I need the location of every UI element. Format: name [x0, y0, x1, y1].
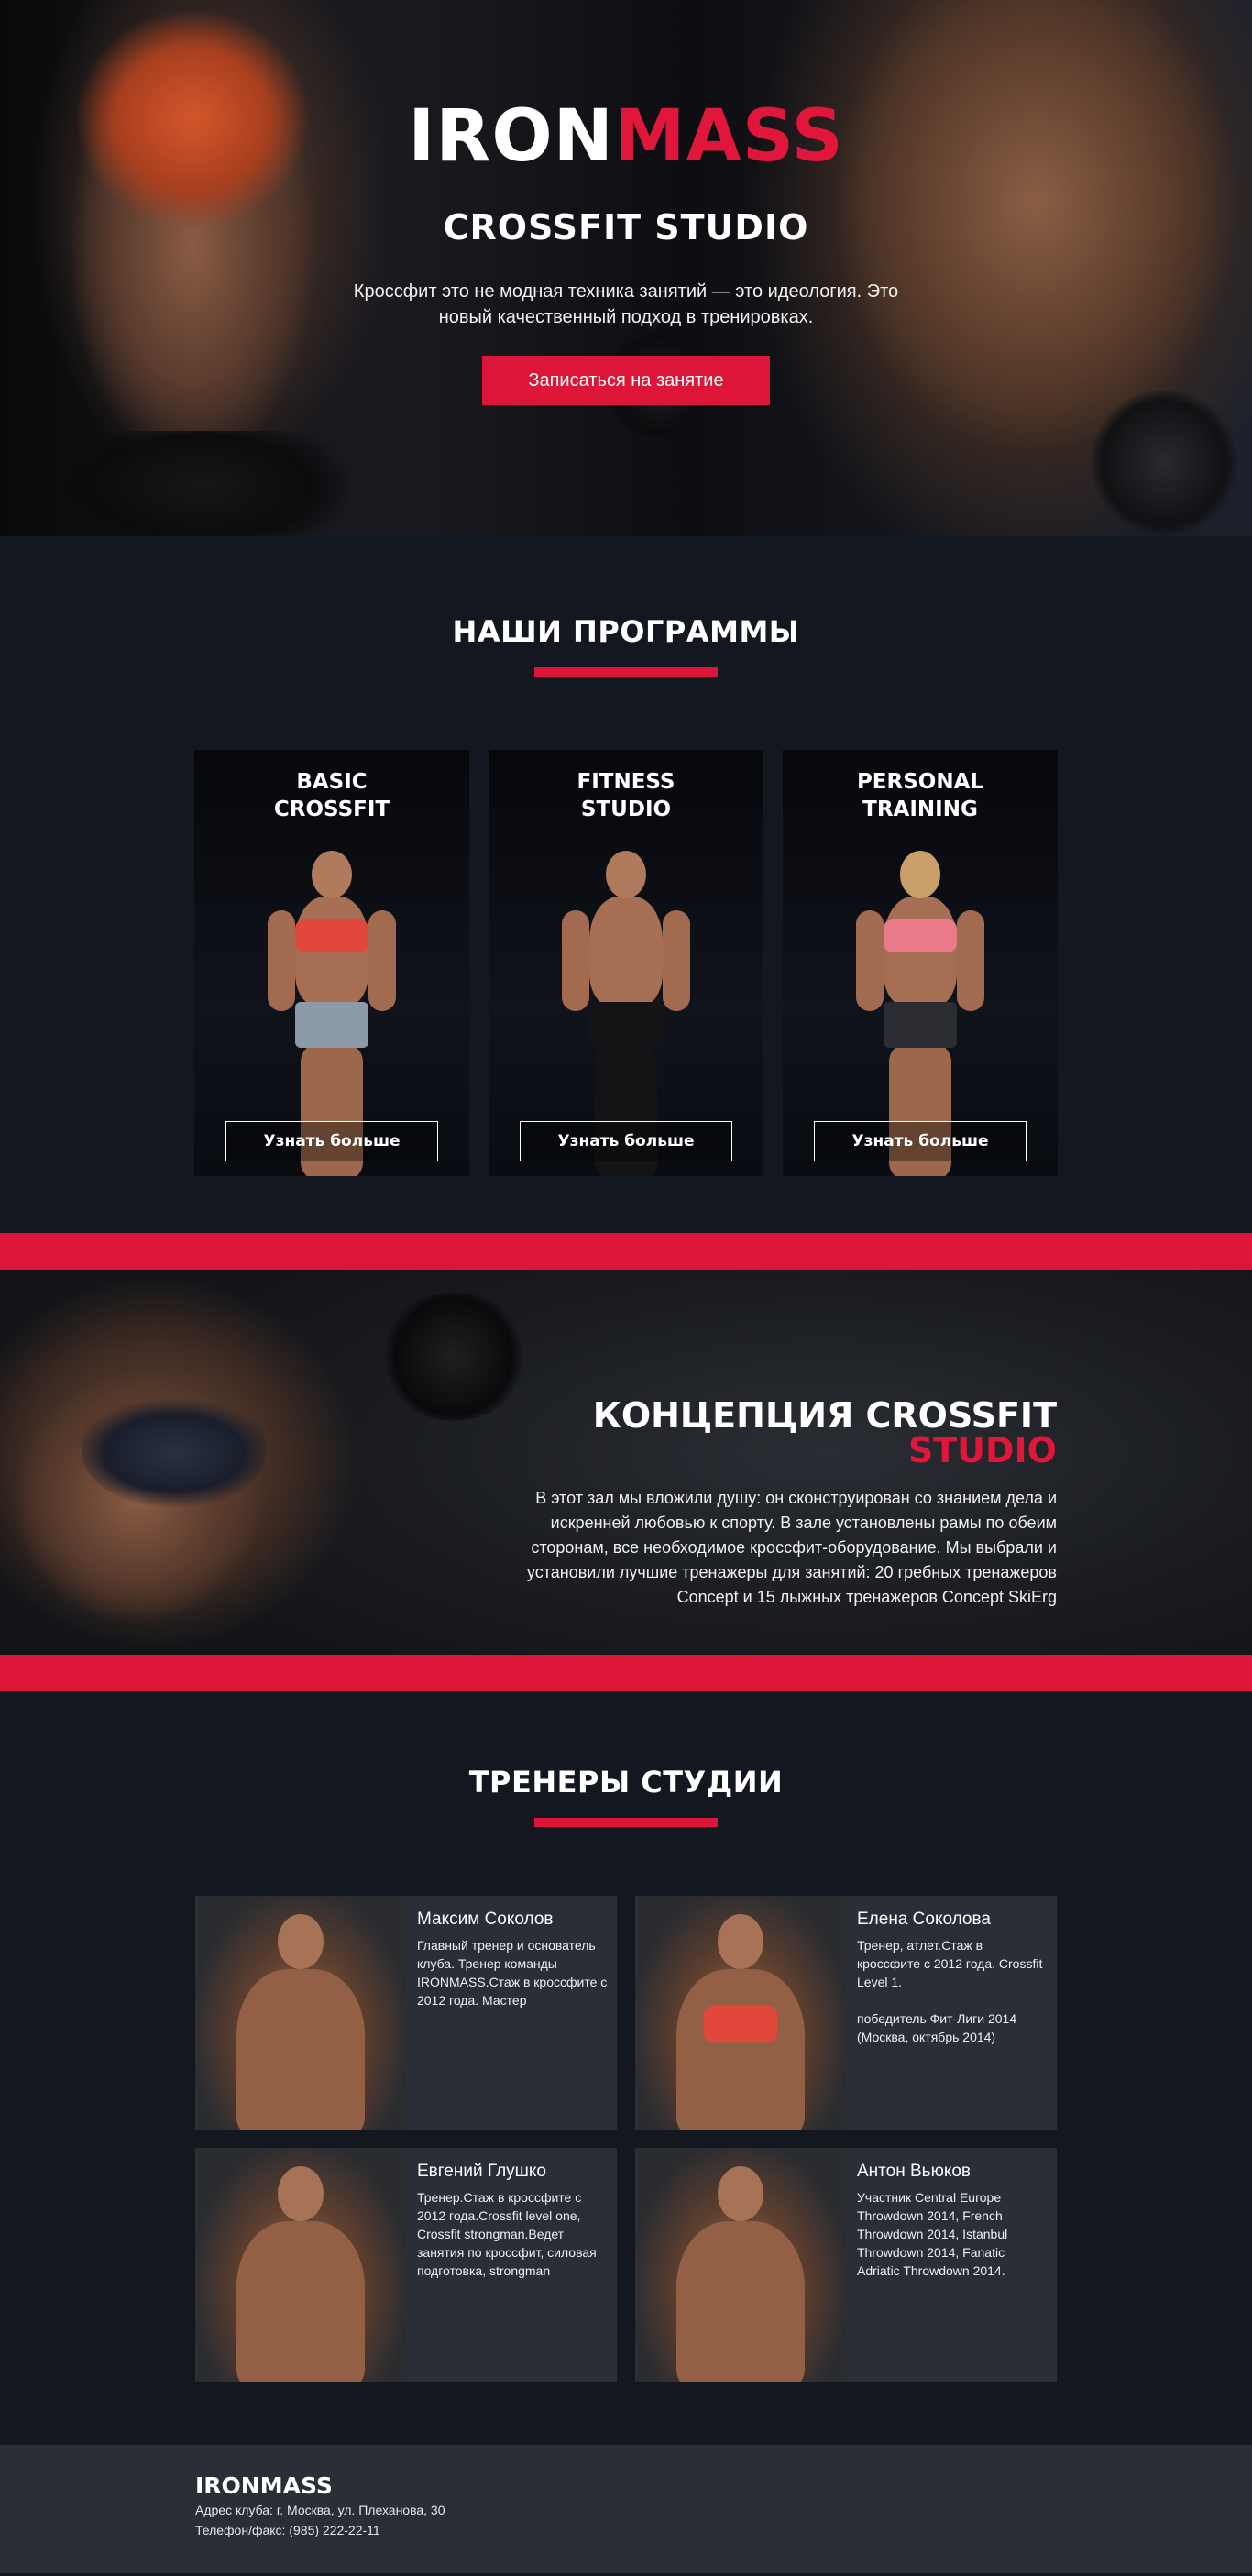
concept-title: КОНЦЕПЦИЯ CROSSFIT STUDIO	[489, 1398, 1057, 1468]
learn-more-button[interactable]: Узнать больше	[225, 1121, 438, 1161]
footer-phone: Телефон/факс: (985) 222-22-11	[195, 2523, 380, 2537]
trainer-name: Антон Вьюков	[857, 2162, 972, 2181]
program-card-title: FITNESS STUDIO	[577, 770, 675, 821]
trainer-info: Антон Вьюков Участник Central Europe Thr…	[846, 2148, 1057, 2382]
trainers-title: ТРЕНЕРЫ СТУДИИ	[468, 1765, 784, 1800]
programs-title: НАШИ ПРОГРАММЫ	[452, 614, 800, 649]
trainer-description: Тренер, атлет.Стаж в кроссфите с 2012 го…	[857, 1938, 1043, 2044]
footer-address: Адрес клуба: г. Москва, ул. Плеханова, 3…	[195, 2503, 445, 2517]
trainers-title-underline	[534, 1818, 718, 1827]
logo-mass: MASS	[613, 95, 844, 178]
hero-subtitle: CROSSFIT STUDIO	[443, 207, 809, 248]
concept-content: КОНЦЕПЦИЯ CROSSFIT STUDIO В этот зал мы …	[489, 1398, 1057, 1610]
concept-title-accent: STUDIO	[907, 1430, 1057, 1470]
program-cards: BASIC CROSSFIT Узнать больше FITNESS STU…	[0, 750, 1252, 1176]
program-card-personal-training[interactable]: PERSONAL TRAINING Узнать больше	[783, 750, 1058, 1176]
trainer-photo	[635, 1896, 846, 2130]
concept-section: КОНЦЕПЦИЯ CROSSFIT STUDIO В этот зал мы …	[0, 1270, 1252, 1655]
program-card-basic-crossfit[interactable]: BASIC CROSSFIT Узнать больше	[194, 750, 469, 1176]
signup-button[interactable]: Записаться на занятие	[482, 356, 770, 405]
hero-dumbbell-image	[1091, 390, 1237, 536]
concept-description: В этот зал мы вложили душу: он сконструи…	[526, 1489, 1057, 1606]
programs-section: НАШИ ПРОГРАММЫ BASIC CROSSFIT Узнать бол…	[0, 536, 1252, 1233]
concept-shorts-image	[82, 1398, 266, 1508]
concept-top-stripe	[0, 1233, 1252, 1270]
footer-logo: IRONMASS	[195, 2472, 333, 2499]
learn-more-button[interactable]: Узнать больше	[520, 1121, 732, 1161]
concept-bottom-stripe	[0, 1655, 1252, 1691]
trainer-photo	[195, 2148, 406, 2382]
logo-iron: IRON	[408, 95, 614, 178]
hero-description: Кроссфит это не модная техника занятий —…	[353, 281, 899, 327]
trainer-description: Тренер.Стаж в кроссфите с 2012 года.Cros…	[417, 2190, 597, 2278]
programs-title-underline	[534, 667, 718, 677]
trainer-description: Главный тренер и основатель клуба. Трене…	[417, 1938, 608, 2008]
trainers-section: ТРЕНЕРЫ СТУДИИ Максим Соколов Главный тр…	[0, 1691, 1252, 2445]
trainer-grid: Максим Соколов Главный тренер и основате…	[195, 1896, 1057, 2382]
trainer-info: Максим Соколов Главный тренер и основате…	[406, 1896, 617, 2130]
program-card-fitness-studio[interactable]: FITNESS STUDIO Узнать больше	[489, 750, 763, 1176]
trainer-card: Максим Соколов Главный тренер и основате…	[195, 1896, 617, 2130]
trainer-info: Елена Соколова Тренер, атлет.Стаж в крос…	[846, 1896, 1057, 2130]
trainer-card: Елена Соколова Тренер, атлет.Стаж в крос…	[635, 1896, 1057, 2130]
trainer-info: Евгений Глушко Тренер.Стаж в кроссфите с…	[406, 2148, 617, 2382]
trainer-photo	[195, 1896, 406, 2130]
program-card-title: PERSONAL TRAINING	[856, 770, 984, 821]
hero-logo: IRONMASS	[0, 101, 1252, 172]
learn-more-button[interactable]: Узнать больше	[814, 1121, 1027, 1161]
trainer-description: Участник Central Europe Throwdown 2014, …	[857, 2190, 1008, 2278]
trainer-card: Антон Вьюков Участник Central Europe Thr…	[635, 2148, 1057, 2382]
footer: IRONMASS Адрес клуба: г. Москва, ул. Пле…	[0, 2445, 1252, 2573]
trainer-photo	[635, 2148, 846, 2382]
hero-woman-shorts-image	[55, 431, 357, 536]
trainer-card: Евгений Глушко Тренер.Стаж в кроссфите с…	[195, 2148, 617, 2382]
trainer-name: Максим Соколов	[417, 1910, 554, 1929]
program-card-title: BASIC CROSSFIT	[273, 770, 390, 821]
trainer-name: Евгений Глушко	[417, 2162, 546, 2181]
hero-content: IRONMASS CROSSFIT STUDIO Кроссфит это не…	[0, 101, 1252, 405]
hero-section: IRONMASS CROSSFIT STUDIO Кроссфит это не…	[0, 0, 1252, 536]
trainer-name: Елена Соколова	[857, 1910, 991, 1929]
